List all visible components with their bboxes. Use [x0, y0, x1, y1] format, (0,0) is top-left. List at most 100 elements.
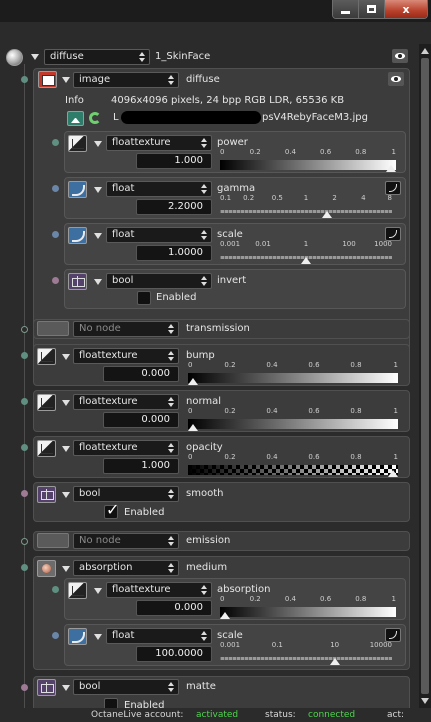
opacity-value-field[interactable]: 1.000	[103, 458, 179, 474]
collapse-scale-toggle[interactable]	[94, 233, 102, 239]
power-type-select[interactable]: floattexture	[106, 135, 212, 151]
normal-thumb[interactable]	[188, 424, 198, 431]
slider-tick-label: 0.2	[224, 361, 236, 369]
slider-tick-label: 4	[361, 194, 366, 202]
bump-slider[interactable]: 0 0.2 0.4 0.6 0.8 1	[188, 361, 398, 389]
gamma-type-select[interactable]: float	[106, 181, 212, 197]
normal-value-field[interactable]: 0.000	[103, 412, 179, 428]
medium-scale-slider[interactable]: 0.001 0.1 10 10000	[220, 641, 392, 669]
pin-gamma[interactable]	[52, 185, 59, 192]
absorption-thumb[interactable]	[220, 612, 230, 619]
collapse-matte-toggle[interactable]	[62, 685, 70, 691]
root-type-select[interactable]: diffuse	[44, 49, 150, 65]
bump-thumb[interactable]	[188, 378, 198, 385]
close-button[interactable]: x	[385, 0, 427, 18]
pin-bump[interactable]	[21, 352, 28, 359]
absorption-value-field[interactable]: 0.000	[136, 600, 212, 616]
float-texture-icon	[37, 394, 56, 411]
smooth-checkbox[interactable]: ✓	[104, 500, 119, 519]
normal-type-select[interactable]: floattexture	[73, 394, 179, 410]
matte-label: matte	[186, 681, 216, 692]
gamma-thumb[interactable]	[321, 211, 332, 218]
pin-normal[interactable]	[21, 398, 28, 405]
curve-mode-button[interactable]	[385, 227, 401, 241]
vertical-scrollbar[interactable]	[419, 44, 431, 708]
updown-arrows-icon	[139, 52, 145, 62]
invert-checkbox[interactable]	[137, 291, 151, 305]
medium-scale-thumb[interactable]	[330, 658, 341, 665]
collapse-normal-toggle[interactable]	[62, 400, 70, 406]
power-thumb[interactable]	[386, 165, 396, 172]
checkmark-icon: ✓	[106, 500, 120, 519]
smooth-type-select[interactable]: bool	[73, 486, 179, 502]
collapse-smooth-toggle[interactable]	[62, 492, 70, 498]
collapse-diffuse-toggle[interactable]	[62, 77, 70, 83]
collapse-medium-toggle[interactable]	[62, 566, 70, 572]
pin-matte[interactable]	[21, 684, 28, 691]
bump-type-select[interactable]: floattexture	[73, 348, 179, 364]
collapse-opacity-toggle[interactable]	[62, 446, 70, 452]
opacity-type-select[interactable]: floattexture	[73, 440, 179, 456]
medium-scale-value-field[interactable]: 100.0000	[136, 646, 212, 662]
collapse-power-toggle[interactable]	[94, 141, 102, 147]
scroll-down-arrow-icon[interactable]	[421, 698, 429, 704]
pin-opacity[interactable]	[21, 444, 28, 451]
matte-type-select[interactable]: bool	[73, 679, 179, 695]
gamma-type-value: float	[112, 183, 135, 194]
pin-absorption[interactable]	[52, 586, 59, 593]
scale-value-field[interactable]: 1.0000	[136, 245, 212, 261]
pin-invert[interactable]	[52, 277, 59, 284]
eye-icon[interactable]	[388, 72, 404, 86]
pin-diffuse[interactable]	[21, 76, 28, 83]
slider-tick-label: 0	[188, 453, 193, 461]
eye-icon[interactable]	[392, 49, 408, 63]
bump-value-field[interactable]: 0.000	[103, 366, 179, 382]
pin-transmission[interactable]	[21, 326, 28, 333]
collapse-medium-scale-toggle[interactable]	[94, 634, 102, 640]
collapse-invert-toggle[interactable]	[94, 279, 102, 285]
medium-scale-type-select[interactable]: float	[106, 628, 212, 644]
pin-emission[interactable]	[21, 538, 28, 545]
invert-type-select[interactable]: bool	[106, 273, 212, 289]
absorption-type-select[interactable]: floattexture	[106, 582, 212, 598]
scroll-thumb[interactable]	[421, 58, 429, 694]
pin-medium[interactable]	[21, 564, 28, 571]
gamma-value-field[interactable]: 2.2000	[136, 199, 212, 215]
slider-tick-label: 0.2	[243, 194, 255, 202]
slider-tick-label: 1	[393, 361, 398, 369]
transmission-type-select[interactable]: No node	[73, 321, 179, 337]
reload-button[interactable]	[87, 110, 104, 127]
smooth-type-value: bool	[79, 488, 101, 499]
scroll-up-arrow-icon[interactable]	[421, 48, 429, 54]
curve-mode-button[interactable]	[385, 628, 401, 642]
slider-tick-label: 0.4	[284, 148, 296, 156]
slider-tick-label: 0.4	[266, 453, 278, 461]
power-value-field[interactable]: 1.000	[136, 153, 212, 169]
close-icon: x	[402, 2, 410, 16]
absorption-slider[interactable]: 0 0.2 0.4 0.6 0.8 1	[220, 595, 396, 623]
collapse-gamma-toggle[interactable]	[94, 187, 102, 193]
scale-thumb[interactable]	[301, 257, 311, 264]
opacity-slider[interactable]: 0 0.2 0.4 0.6 0.8 1	[188, 453, 398, 481]
minimize-button[interactable]	[333, 0, 359, 18]
collapse-root-toggle[interactable]	[31, 54, 39, 60]
pin-power[interactable]	[52, 139, 59, 146]
power-slider[interactable]: 0 0.2 0.4 0.6 0.8 1	[220, 148, 396, 176]
pin-smooth[interactable]	[21, 490, 28, 497]
collapse-bump-toggle[interactable]	[62, 354, 70, 360]
maximize-button[interactable]	[359, 0, 385, 18]
pin-medium-scale[interactable]	[52, 632, 59, 639]
slider-tick-label: 0.1	[271, 641, 283, 649]
emission-type-select[interactable]: No node	[73, 533, 179, 549]
curve-mode-button[interactable]	[385, 181, 401, 195]
load-file-button[interactable]	[67, 111, 84, 126]
scale-type-select[interactable]: float	[106, 227, 212, 243]
diffuse-type-select[interactable]: image	[73, 72, 179, 88]
collapse-absorption-toggle[interactable]	[94, 588, 102, 594]
normal-slider[interactable]: 0 0.2 0.4 0.6 0.8 1	[188, 407, 398, 435]
scale-slider[interactable]: 0.001 0.01 1 100 1000	[220, 240, 392, 268]
opacity-thumb[interactable]	[388, 470, 398, 477]
medium-type-select[interactable]: absorption	[73, 560, 179, 576]
gamma-slider[interactable]: 0.1 0.2 0.5 1 2 4 8	[220, 194, 392, 222]
pin-scale[interactable]	[52, 231, 59, 238]
